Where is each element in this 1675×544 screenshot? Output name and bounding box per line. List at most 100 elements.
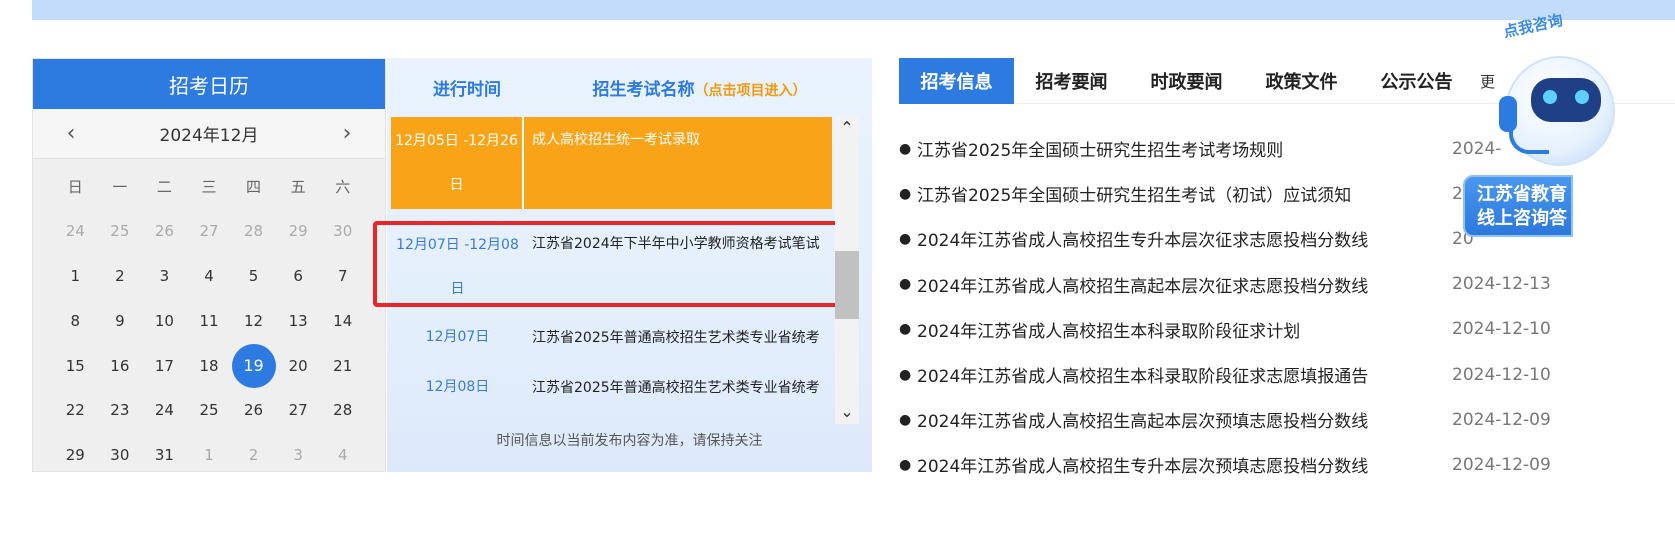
scroll-down-icon[interactable]: ⌄ <box>835 402 859 422</box>
schedule-row[interactable]: 12月05日 -12月26日 成人高校招生统一考试录取 <box>391 117 832 209</box>
consult-robot-widget[interactable]: 点我咨询 江苏省教育 线上咨询答 <box>1463 0 1675 250</box>
calendar-weekday: 二 <box>156 177 172 196</box>
calendar-day-number: 15 <box>65 356 85 375</box>
calendar-day[interactable]: 2 <box>98 254 143 299</box>
bullet-icon: ● <box>899 366 912 383</box>
news-item[interactable]: ● 2024年江苏省成人高校招生本科录取阶段征求计划 2024-12-10 <box>899 307 1675 352</box>
news-item-title[interactable]: 2024年江苏省成人高校招生专升本层次预填志愿投档分数线 <box>917 452 1452 477</box>
news-item-title[interactable]: 江苏省2025年全国硕士研究生招生考试考场规则 <box>917 136 1452 161</box>
calendar-day[interactable]: 23 <box>98 388 143 433</box>
news-item-date: 2024-12-10 <box>1452 364 1551 385</box>
calendar-day[interactable]: 25 <box>187 388 232 433</box>
schedule-row-name[interactable]: 江苏省2024年下半年中小学教师资格考试笔试 <box>524 221 832 311</box>
schedule-row-time: 12月08日 <box>425 379 490 395</box>
calendar-day[interactable]: 21 <box>320 343 365 388</box>
news-item-title[interactable]: 2024年江苏省成人高校招生专升本层次征求志愿投档分数线 <box>917 226 1452 251</box>
chevron-left-icon[interactable]: ‹ <box>61 121 81 146</box>
calendar-day[interactable]: 14 <box>320 298 365 343</box>
schedule-row[interactable]: 12月08日 江苏省2025年普通高校招生艺术类专业省统考 <box>391 365 832 415</box>
news-item[interactable]: ● 2024年江苏省成人高校招生本科录取阶段征求志愿填报通告 2024-12-10 <box>899 352 1675 397</box>
calendar-day[interactable]: 18 <box>187 343 232 388</box>
news-item[interactable]: ● 2024年江苏省成人高校招生高起本层次预填志愿投档分数线 2024-12-09 <box>899 397 1675 442</box>
schedule-scrollbar[interactable]: ⌃ ⌄ <box>835 116 859 424</box>
calendar-day[interactable]: 20 <box>276 343 321 388</box>
consult-bubble[interactable]: 点我咨询 <box>1501 9 1564 42</box>
calendar-day[interactable]: 29 <box>276 209 321 254</box>
calendar-day[interactable]: 1 <box>53 254 98 299</box>
calendar-day[interactable]: 11 <box>187 298 232 343</box>
calendar-day[interactable]: 6 <box>276 254 321 299</box>
calendar-day[interactable]: 16 <box>98 343 143 388</box>
calendar-day[interactable]: 26 <box>142 209 187 254</box>
robot-headset-icon <box>1499 96 1517 132</box>
calendar-day[interactable]: 30 <box>98 433 143 478</box>
scrollbar-thumb[interactable] <box>835 251 859 319</box>
calendar-day[interactable]: 13 <box>276 298 321 343</box>
news-item-title[interactable]: 2024年江苏省成人高校招生高起本层次征求志愿投档分数线 <box>917 272 1452 297</box>
calendar-day-number: 25 <box>199 401 219 420</box>
calendar-day-number: 17 <box>154 356 174 375</box>
schedule-row-name[interactable]: 江苏省2025年普通高校招生艺术类专业省统考 <box>524 365 832 415</box>
calendar-day[interactable]: 31 <box>142 433 187 478</box>
calendar-day[interactable]: 3 <box>276 433 321 478</box>
schedule-row[interactable]: 12月07日 -12月08日 江苏省2024年下半年中小学教师资格考试笔试 <box>391 221 832 311</box>
tab-current-affairs[interactable]: 时政要闻 <box>1129 58 1244 104</box>
calendar-day-number: 3 <box>293 446 303 465</box>
news-item-title[interactable]: 2024年江苏省成人高校招生高起本层次预填志愿投档分数线 <box>917 407 1452 432</box>
calendar-day[interactable]: 4 <box>320 433 365 478</box>
schedule-row-name[interactable]: 江苏省2025年普通高校招生艺术类专业省统考 <box>524 315 832 365</box>
calendar-day[interactable]: 17 <box>142 343 187 388</box>
calendar-day-number: 24 <box>154 401 174 420</box>
calendar-day-number: 26 <box>154 222 174 241</box>
calendar-day[interactable]: 8 <box>53 298 98 343</box>
schedule-note: 时间信息以当前发布内容为准，请保持关注 <box>496 433 763 449</box>
bullet-icon: ● <box>899 230 912 247</box>
news-item-title[interactable]: 2024年江苏省成人高校招生本科录取阶段征求计划 <box>917 317 1452 342</box>
tab-exam-info[interactable]: 招考信息 <box>899 58 1014 104</box>
calendar-day[interactable]: 28 <box>231 209 276 254</box>
calendar-day[interactable]: 24 <box>142 388 187 433</box>
calendar-day[interactable]: 22 <box>53 388 98 433</box>
calendar-weekday: 一 <box>112 177 128 196</box>
calendar-day-number: 16 <box>110 356 130 375</box>
calendar-day[interactable]: 1 <box>187 433 232 478</box>
news-item[interactable]: ● 2024年江苏省成人高校招生高起本层次征求志愿投档分数线 2024-12-13 <box>899 262 1675 307</box>
calendar-day[interactable]: 26 <box>231 388 276 433</box>
consult-label[interactable]: 江苏省教育 线上咨询答 <box>1463 175 1573 237</box>
calendar-day[interactable]: 2 <box>231 433 276 478</box>
calendar-day[interactable]: 15 <box>53 343 98 388</box>
calendar-day[interactable]: 30 <box>320 209 365 254</box>
calendar-day-number: 4 <box>204 266 214 285</box>
calendar-day-number: 18 <box>199 356 219 375</box>
tab-policy-docs[interactable]: 政策文件 <box>1244 58 1359 104</box>
calendar-day[interactable]: 27 <box>187 209 232 254</box>
calendar-day[interactable]: 28 <box>320 388 365 433</box>
calendar-day[interactable]: 25 <box>98 209 143 254</box>
calendar-weekday: 五 <box>290 177 306 196</box>
calendar-day[interactable]: 4 <box>187 254 232 299</box>
calendar-day[interactable]: 7 <box>320 254 365 299</box>
tab-exam-news[interactable]: 招考要闻 <box>1014 58 1129 104</box>
schedule-row[interactable]: 12月07日 江苏省2025年普通高校招生艺术类专业省统考 <box>391 315 832 365</box>
calendar-day-number: 27 <box>199 222 219 241</box>
news-item-date: 2024-12-10 <box>1452 319 1551 340</box>
calendar-day[interactable]: 5 <box>231 254 276 299</box>
news-item[interactable]: ● 2024年江苏省成人高校招生专升本层次预填志愿投档分数线 2024-12-09 <box>899 442 1675 487</box>
tab-announcements[interactable]: 公示公告 <box>1359 58 1474 104</box>
calendar-day[interactable]: 3 <box>142 254 187 299</box>
calendar-day-today[interactable]: 19 <box>231 343 276 388</box>
schedule-rows: 12月05日 -12月26日 成人高校招生统一考试录取 12月07日 -12月0… <box>391 116 833 482</box>
calendar-day[interactable]: 29 <box>53 433 98 478</box>
schedule-row-name[interactable]: 成人高校招生统一考试录取 <box>524 117 832 209</box>
calendar-day[interactable]: 9 <box>98 298 143 343</box>
scroll-up-icon[interactable]: ⌃ <box>835 118 859 138</box>
calendar-day[interactable]: 24 <box>53 209 98 254</box>
news-item-title[interactable]: 2024年江苏省成人高校招生本科录取阶段征求志愿填报通告 <box>917 362 1452 387</box>
news-item-title[interactable]: 江苏省2025年全国硕士研究生招生考试（初试）应试须知 <box>917 181 1452 206</box>
calendar-grid: 日一二三四五六 24 25 26 27 28 29 30 1 2 3 4 5 6 7 8 9 10 11 12 13 14… <box>33 159 385 478</box>
bullet-icon: ● <box>899 321 912 338</box>
calendar-day[interactable]: 10 <box>142 298 187 343</box>
calendar-day[interactable]: 27 <box>276 388 321 433</box>
calendar-day[interactable]: 12 <box>231 298 276 343</box>
chevron-right-icon[interactable]: › <box>337 121 357 146</box>
